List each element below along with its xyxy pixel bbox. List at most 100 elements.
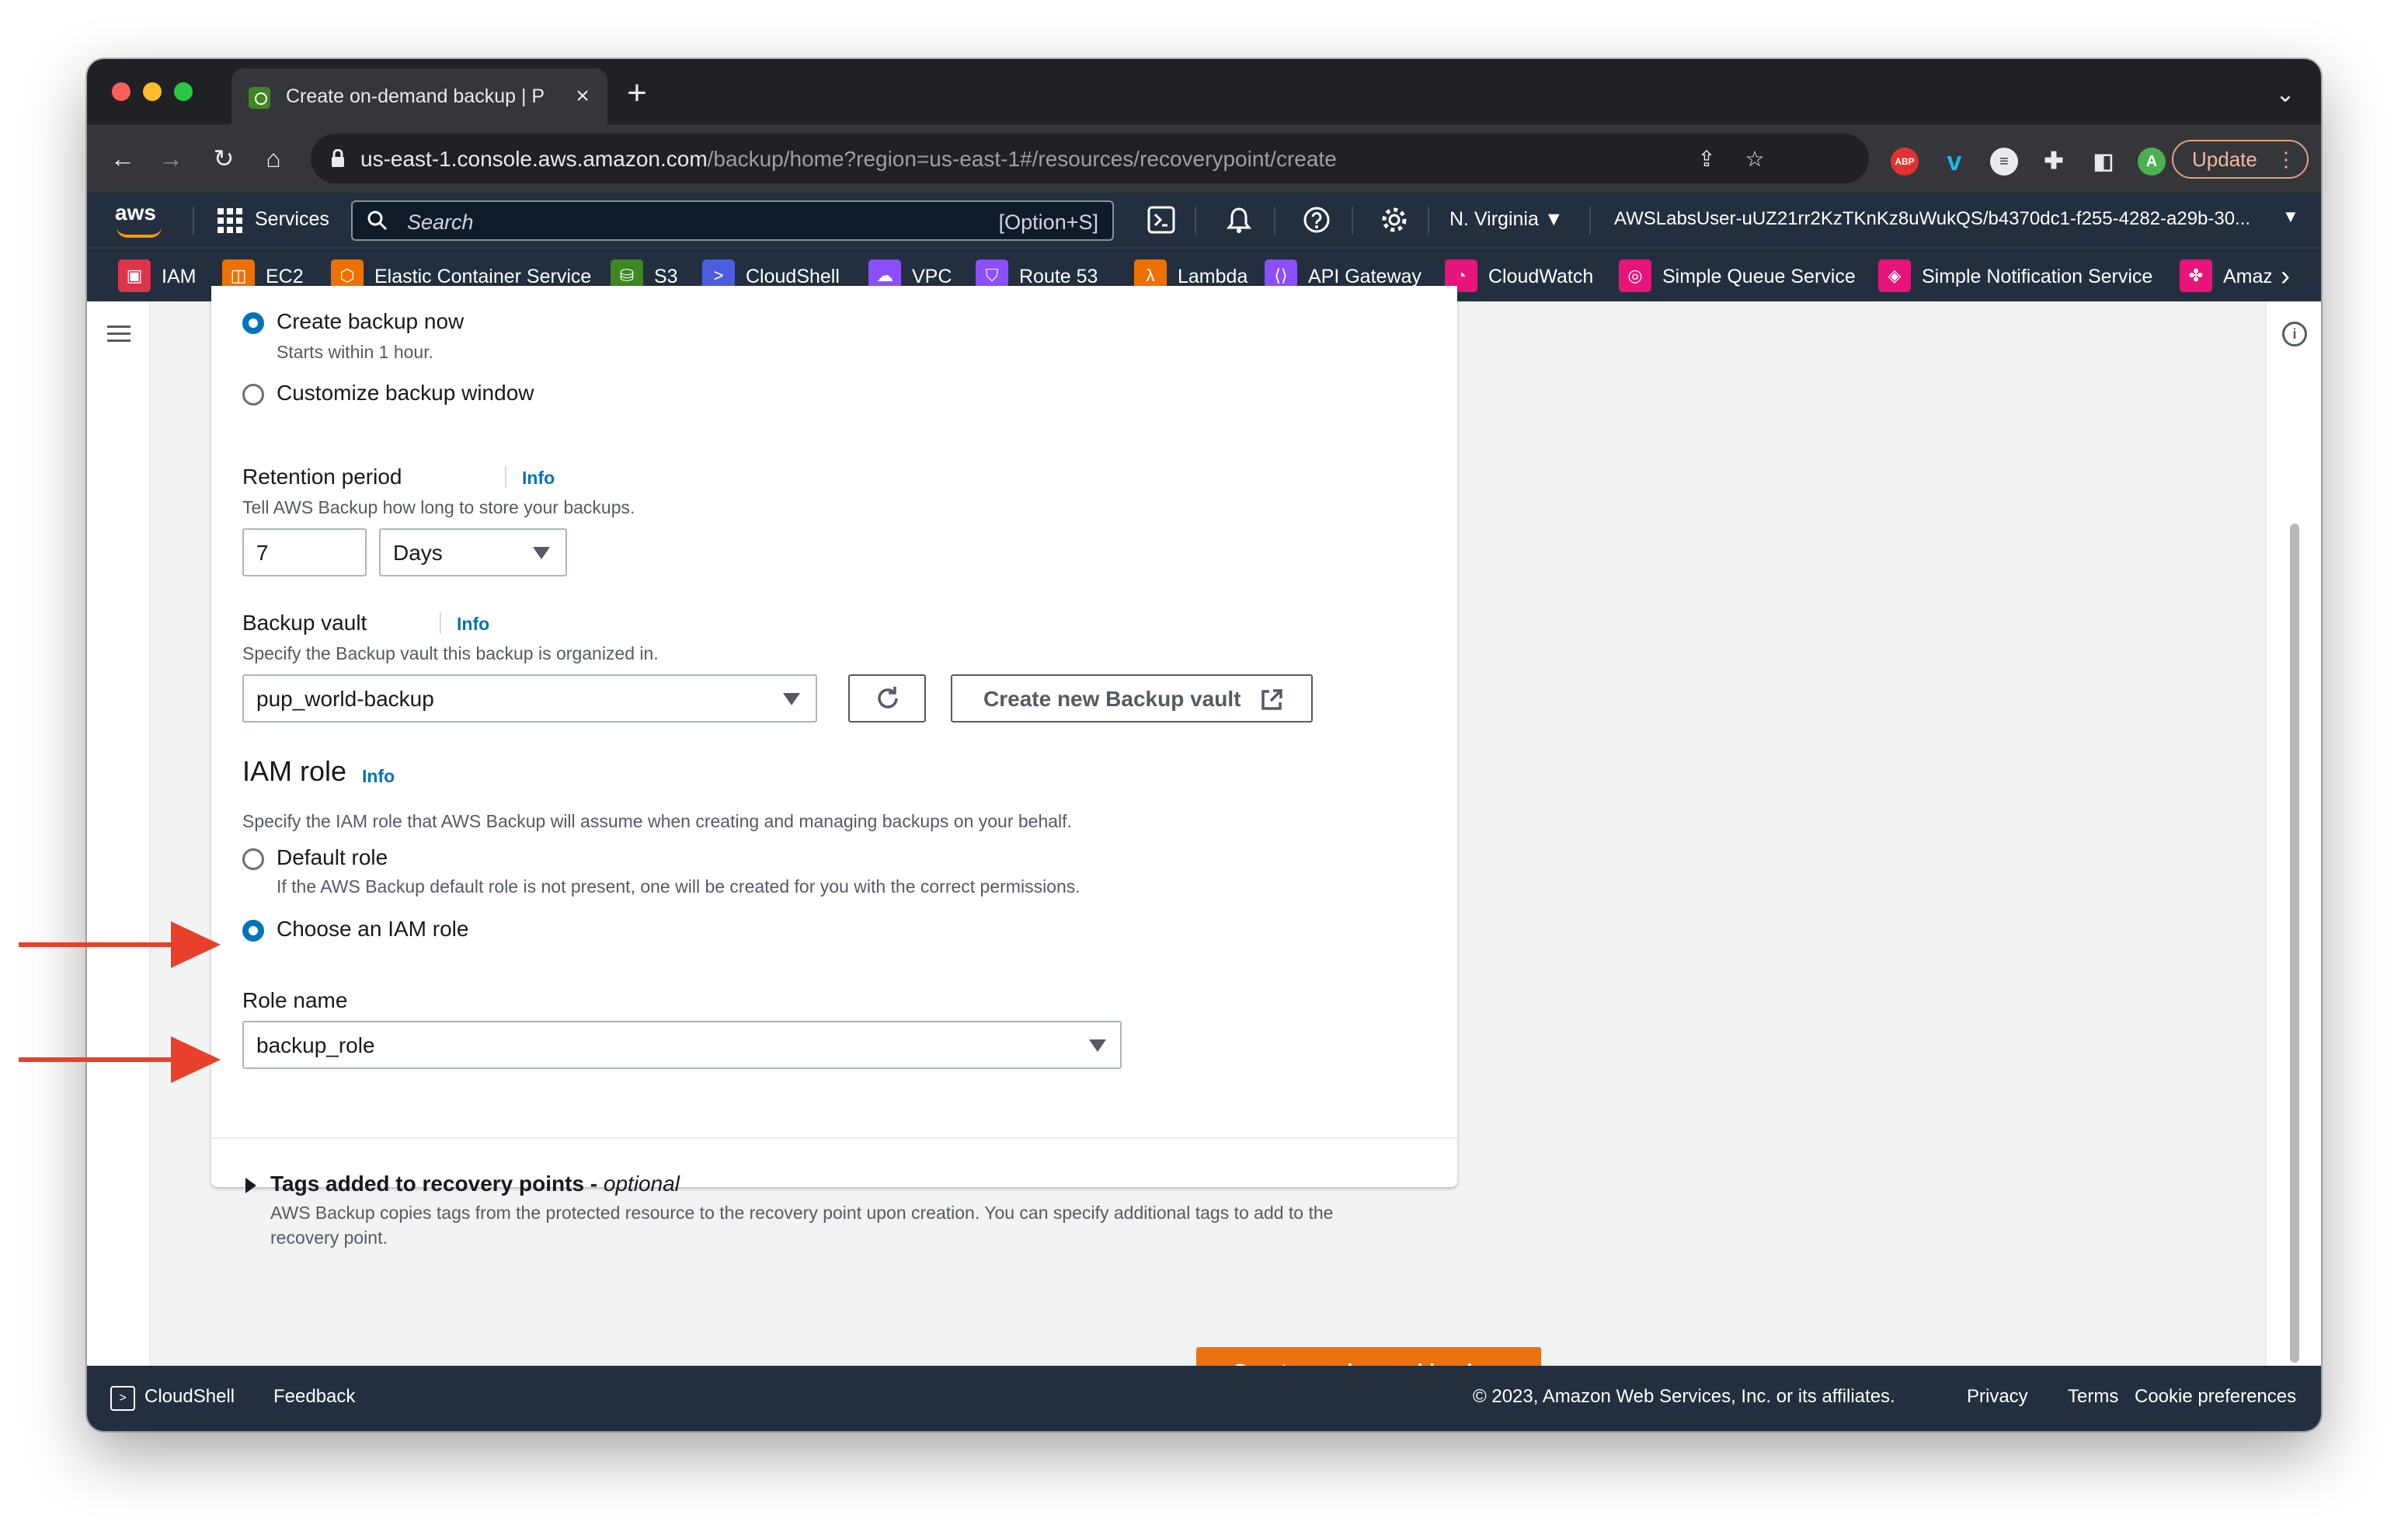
section-divider — [211, 1137, 1457, 1139]
iam-icon: ▣ — [118, 259, 151, 292]
lock-icon — [332, 149, 344, 167]
extensions-puzzle-icon[interactable]: ✚ — [2040, 148, 2068, 176]
footer-feedback-link[interactable]: Feedback — [273, 1386, 355, 1408]
more-vertical-icon: ⋮ — [2276, 148, 2296, 171]
info-divider — [440, 612, 441, 634]
scrollbar[interactable] — [2290, 524, 2299, 1363]
backup-vault-label: Backup vault — [242, 611, 367, 635]
footer-cookie-preferences-link[interactable]: Cookie preferences — [2135, 1386, 2296, 1408]
footer-terms-link[interactable]: Terms — [2068, 1386, 2118, 1408]
side-panel-icon[interactable]: ◧ — [2090, 148, 2117, 176]
caret-down-icon — [1089, 1039, 1106, 1052]
backup-vault-select[interactable]: pup_world-backup — [242, 674, 817, 722]
help-icon[interactable] — [1302, 205, 1331, 235]
choose-iam-role-label: Choose an IAM role — [277, 917, 469, 941]
share-icon[interactable]: ⇪ — [1693, 146, 1720, 172]
search-icon — [367, 211, 388, 231]
browser-tab-strip: Create on-demand backup | P × + ⌄ — [87, 59, 2321, 124]
cloudshell-icon[interactable] — [1147, 205, 1176, 235]
create-backup-now-label: Create backup now — [277, 309, 465, 333]
retention-unit-select[interactable]: Days — [379, 528, 567, 576]
caret-down-icon — [533, 547, 550, 559]
minimize-window-button[interactable] — [143, 82, 162, 101]
aws-logo-smile — [117, 227, 162, 238]
iam-role-description: Specify the IAM role that AWS Backup wil… — [242, 811, 1072, 831]
favorite-amazon[interactable]: ✤Amazo — [2180, 259, 2271, 294]
main-content: i Create backup now Starts within 1 hour… — [87, 286, 2321, 1397]
footer-copyright: © 2023, Amazon Web Services, Inc. or its… — [1473, 1386, 1895, 1407]
external-link-icon — [1261, 689, 1282, 710]
footer-privacy-link[interactable]: Privacy — [1967, 1386, 2028, 1408]
nav-divider — [1274, 207, 1275, 235]
nav-divider — [193, 207, 194, 235]
left-rail — [87, 301, 151, 1366]
bookmark-star-icon[interactable]: ☆ — [1742, 146, 1768, 172]
tab-close-icon[interactable]: × — [569, 79, 597, 113]
extension-circle-icon[interactable]: ≡ — [1990, 148, 2018, 176]
cloudshell-icon[interactable]: > — [110, 1386, 135, 1411]
annotation-arrow-shaft — [19, 942, 174, 947]
tab-search-chevron-icon[interactable]: ⌄ — [2271, 81, 2299, 109]
adblock-extension-icon[interactable]: ABP — [1891, 148, 1919, 176]
refresh-vaults-button[interactable] — [848, 674, 926, 722]
settings-gear-icon[interactable] — [1380, 205, 1409, 235]
choose-iam-role-radio[interactable] — [242, 920, 264, 942]
search-shortcut-hint: [Option+S] — [998, 211, 1098, 234]
maximize-window-button[interactable] — [174, 82, 193, 101]
services-menu[interactable]: Services — [255, 208, 329, 231]
default-role-description: If the AWS Backup default role is not pr… — [277, 876, 1080, 897]
account-caret-icon[interactable]: ▼ — [2282, 207, 2299, 227]
nav-divider — [1195, 207, 1196, 235]
create-new-backup-vault-button[interactable]: Create new Backup vault — [951, 674, 1313, 722]
hamburger-menu-icon[interactable] — [107, 325, 130, 343]
vimeo-extension-icon[interactable]: v — [1940, 148, 1968, 176]
create-backup-now-radio[interactable] — [242, 312, 264, 334]
retention-info-link[interactable]: Info — [522, 468, 555, 489]
role-name-select[interactable]: backup_role — [242, 1021, 1122, 1069]
backup-vault-description: Specify the Backup vault this backup is … — [242, 643, 659, 663]
tags-description-line1: AWS Backup copies tags from the protecte… — [270, 1203, 1334, 1223]
customize-backup-window-radio[interactable] — [242, 384, 264, 406]
chevron-right-icon[interactable]: › — [2281, 259, 2290, 292]
annotation-arrow-shaft — [19, 1057, 174, 1062]
back-arrow-icon[interactable]: ← — [106, 141, 140, 176]
url-text: us-east-1.console.aws.amazon.com/backup/… — [360, 147, 1337, 171]
annotation-arrow-iam-role — [171, 921, 221, 968]
refresh-icon — [878, 687, 898, 709]
iam-role-info-link[interactable]: Info — [362, 766, 395, 787]
backup-favicon-icon — [249, 87, 270, 109]
tags-description-line2: recovery point. — [270, 1227, 388, 1248]
aws-top-nav: aws Services Search [Option+S] N. Virgin… — [87, 193, 2321, 247]
right-rail: i — [2265, 301, 2321, 1366]
browser-window: Create on-demand backup | P × + ⌄ ← → ↻ … — [87, 59, 2321, 1431]
update-button[interactable]: Update ⋮ — [2172, 140, 2309, 179]
account-menu[interactable]: AWSLabsUser-uUZ21rr2KzTKnKz8uWukQS/b4370… — [1614, 208, 2282, 230]
console-footer: > CloudShell Feedback © 2023, Amazon Web… — [87, 1366, 2321, 1431]
region-selector[interactable]: N. Virginia ▼ — [1449, 208, 1564, 231]
tags-section-toggle[interactable]: Tags added to recovery points - optional — [270, 1172, 680, 1196]
new-tab-button[interactable]: + — [620, 76, 654, 113]
info-divider — [505, 466, 506, 488]
browser-tab[interactable]: Create on-demand backup | P × — [231, 68, 607, 124]
expand-caret-icon[interactable] — [245, 1178, 256, 1193]
reload-icon[interactable]: ↻ — [207, 141, 241, 176]
search-placeholder: Search — [407, 211, 474, 234]
search-input[interactable]: Search [Option+S] — [351, 200, 1114, 241]
services-grid-icon[interactable] — [217, 208, 242, 233]
caret-down-icon — [783, 693, 800, 705]
retention-value-input[interactable]: 7 — [242, 528, 367, 576]
annotation-arrow-role-name — [171, 1036, 221, 1083]
address-bar[interactable]: us-east-1.console.aws.amazon.com/backup/… — [311, 134, 1869, 183]
amazon-service-icon: ✤ — [2180, 259, 2212, 292]
profile-avatar[interactable]: A — [2138, 148, 2166, 176]
default-role-radio[interactable] — [242, 848, 264, 870]
sqs-icon: ◎ — [1619, 259, 1651, 292]
sns-icon: ◈ — [1878, 259, 1911, 292]
notifications-bell-icon[interactable] — [1224, 205, 1254, 235]
info-panel-icon[interactable]: i — [2282, 322, 2307, 346]
forward-arrow-icon[interactable]: → — [154, 141, 188, 176]
close-window-button[interactable] — [112, 82, 130, 101]
footer-cloudshell-link[interactable]: CloudShell — [144, 1386, 235, 1408]
home-icon[interactable]: ⌂ — [256, 141, 291, 176]
backup-vault-info-link[interactable]: Info — [457, 614, 489, 635]
